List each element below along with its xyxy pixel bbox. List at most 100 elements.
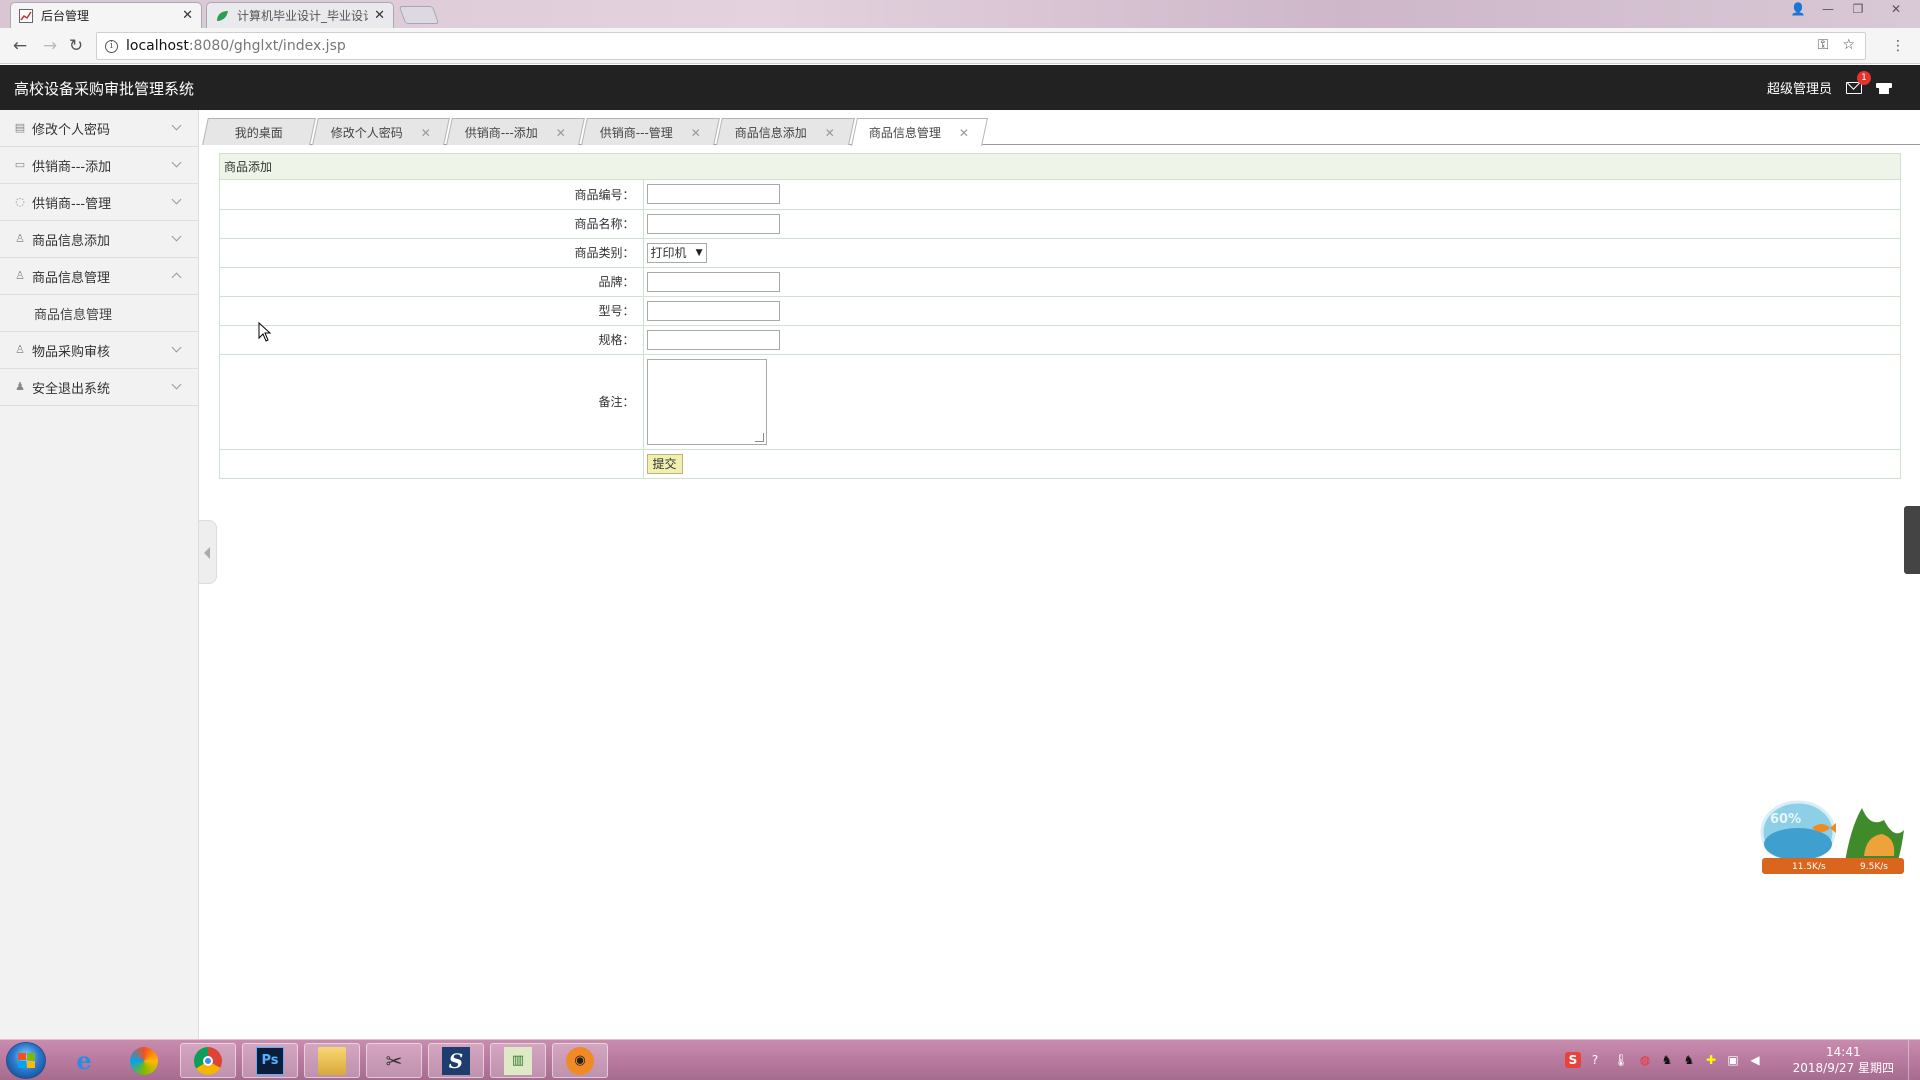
tab-label: 商品信息添加 — [735, 125, 808, 140]
windows-logo-icon — [18, 1053, 36, 1069]
sidebar-item-logout[interactable]: ♟ 安全退出系统 — [0, 369, 198, 406]
form-caption: 商品添加 — [220, 154, 1900, 180]
model-input[interactable] — [646, 300, 780, 321]
tab-change-password[interactable]: 修改个人密码 ✕ — [312, 118, 450, 145]
url-path: :8080/ghglxt/index.jsp — [188, 38, 346, 54]
tab-label: 供销商---管理 — [599, 125, 673, 140]
category-selected-value: 打印机 — [650, 246, 687, 260]
tab-goods-add[interactable]: 商品信息添加 ✕ — [716, 118, 855, 145]
sidebar-item-supplier-manage[interactable]: ◌ 供销商---管理 — [0, 184, 198, 221]
tab-label: 供销商---添加 — [464, 125, 538, 140]
empty-cell — [220, 449, 644, 478]
content-tabbar: 我的桌面 修改个人密码 ✕ 供销商---添加 ✕ 供销商---管理 ✕ 商品信息添加 ✕… — [202, 118, 1920, 146]
chevron-down-icon — [171, 342, 182, 353]
sidebar-item-label: 商品信息添加 — [32, 233, 111, 249]
sidebar-item-goods-manage[interactable]: ♙ 商品信息管理 — [0, 258, 198, 295]
category-select[interactable]: 打印机 ▼ — [646, 242, 707, 263]
mail-icon[interactable]: 1 — [1846, 70, 1871, 94]
minimize-icon[interactable]: — — [1816, 0, 1840, 18]
chevron-down-icon — [171, 120, 182, 131]
close-icon[interactable]: ✕ — [825, 126, 835, 140]
navicat-app-icon[interactable]: ◉ — [552, 1043, 608, 1078]
browser-tab-title: 计算机毕业设计_毕业设计 — [237, 9, 369, 23]
sidebar-collapse-toggle[interactable] — [199, 520, 217, 584]
sublime-app-icon[interactable]: S — [428, 1043, 484, 1078]
qq2-icon[interactable]: ♞ — [1681, 1052, 1697, 1068]
back-icon[interactable]: ← — [10, 36, 30, 56]
sidebar-item-goods-add[interactable]: ♙ 商品信息添加 — [0, 221, 198, 258]
info-icon[interactable]: i — [105, 39, 118, 53]
security-icon[interactable]: ✚ — [1703, 1052, 1719, 1068]
close-icon[interactable]: ✕ — [691, 126, 701, 140]
tab-supplier-add[interactable]: 供销商---添加 ✕ — [446, 118, 585, 145]
close-icon[interactable]: ✕ — [182, 8, 193, 23]
close-icon[interactable]: ✕ — [374, 8, 385, 23]
clock[interactable]: 14:41 2018/9/27 星期四 — [1793, 1044, 1894, 1076]
sidebar-item-purchase-review[interactable]: ♙ 物品采购审核 — [0, 332, 198, 369]
tools-app-icon[interactable]: ✂ — [366, 1043, 422, 1078]
close-icon[interactable]: ✕ — [959, 126, 969, 140]
new-tab-button[interactable] — [398, 6, 440, 24]
submit-button[interactable]: 提交 — [646, 453, 683, 474]
side-widget-handle[interactable] — [1904, 506, 1920, 574]
clock-date: 2018/9/27 星期四 — [1792, 1061, 1894, 1075]
start-button[interactable] — [6, 1042, 46, 1079]
qq-icon[interactable]: ♞ — [1659, 1052, 1675, 1068]
goods-name-input[interactable] — [646, 213, 780, 234]
star-icon[interactable]: ☆ — [1842, 37, 1855, 53]
tab-desktop[interactable]: 我的桌面 — [202, 118, 316, 145]
key-icon[interactable]: ⚿ — [1818, 37, 1829, 53]
address-bar[interactable]: i localhost:8080/ghglxt/index.jsp ⚿ ☆ — [96, 32, 1866, 60]
tab-goods-manage[interactable]: 商品信息管理 ✕ — [851, 118, 988, 146]
field-label: 型号： — [220, 296, 644, 326]
network-speed-widget[interactable]: 60% 11.5K/s 9.5K/s — [1752, 798, 1912, 880]
browser-tab-admin[interactable]: 后台管理 ✕ — [10, 2, 202, 28]
close-icon[interactable]: ✕ — [556, 126, 566, 140]
user-icon[interactable]: 👤 — [1786, 0, 1810, 18]
spec-input[interactable] — [646, 329, 780, 350]
sidebar-item-label: 安全退出系统 — [32, 381, 111, 397]
user-name[interactable]: 超级管理员 — [1767, 78, 1832, 97]
explorer-app-icon[interactable] — [304, 1043, 360, 1078]
sidebar-item-change-password[interactable]: ▤ 修改个人密码 — [0, 110, 198, 147]
chart-app-icon[interactable]: ▥ — [490, 1043, 546, 1078]
chevron-down-icon — [171, 157, 182, 168]
restore-icon[interactable]: ❐ — [1846, 0, 1870, 18]
menu-dots-icon[interactable]: ⋮ — [1888, 36, 1908, 56]
forward-icon[interactable]: → — [40, 36, 60, 56]
remark-textarea[interactable] — [646, 358, 767, 445]
antivirus-icon[interactable]: ◍ — [1637, 1052, 1653, 1068]
chevron-up-icon — [171, 272, 182, 283]
browser-toolbar: ← → ↻ i localhost:8080/ghglxt/index.jsp … — [0, 28, 1920, 64]
user-icon: ♙ — [15, 269, 25, 282]
tab-label: 商品信息管理 — [869, 126, 942, 140]
close-icon[interactable]: ✕ — [421, 126, 431, 140]
user-icon: ♙ — [15, 343, 25, 356]
close-window-icon[interactable]: ✕ — [1878, 0, 1914, 18]
media-app-icon[interactable] — [116, 1043, 172, 1078]
ime-mode-icon[interactable]: ? — [1587, 1052, 1603, 1068]
sogou-ime-icon[interactable]: S — [1565, 1052, 1581, 1068]
browser-tab-bishe[interactable]: 计算机毕业设计_毕业设计 ✕ — [206, 2, 394, 28]
brand-input[interactable] — [646, 271, 780, 292]
tab-label: 我的桌面 — [234, 125, 283, 140]
network-icon[interactable]: ▣ — [1725, 1052, 1741, 1068]
sidebar-item-supplier-add[interactable]: ▭ 供销商---添加 — [0, 147, 198, 184]
sidebar-subitem-goods-manage[interactable]: 商品信息管理 — [0, 295, 198, 332]
reload-icon[interactable]: ↻ — [66, 36, 86, 56]
volume-icon[interactable]: ◀ — [1747, 1052, 1763, 1068]
ie-app-icon[interactable]: e — [56, 1043, 112, 1078]
field-label: 品牌： — [220, 267, 644, 297]
app-title: 高校设备采购审批管理系统 — [14, 80, 195, 98]
thermometer-icon[interactable]: 🌡 — [1613, 1052, 1629, 1068]
windows-taskbar: e Ps ✂ S ▥ ◉ S ? 🌡 ◍ ♞ ♞ ✚ ▣ ◀ 14:41 201… — [0, 1039, 1920, 1080]
leaf-favicon-icon — [215, 9, 229, 23]
tab-supplier-manage[interactable]: 供销商---管理 ✕ — [581, 118, 720, 145]
show-desktop-button[interactable] — [1908, 1040, 1920, 1080]
goods-code-input[interactable] — [646, 184, 780, 205]
chrome-app-icon[interactable] — [180, 1043, 236, 1078]
shirt-icon[interactable] — [1876, 82, 1892, 94]
tab-label: 修改个人密码 — [330, 125, 403, 140]
dropdown-arrow-icon: ▼ — [695, 247, 703, 258]
photoshop-app-icon[interactable]: Ps — [242, 1043, 298, 1078]
